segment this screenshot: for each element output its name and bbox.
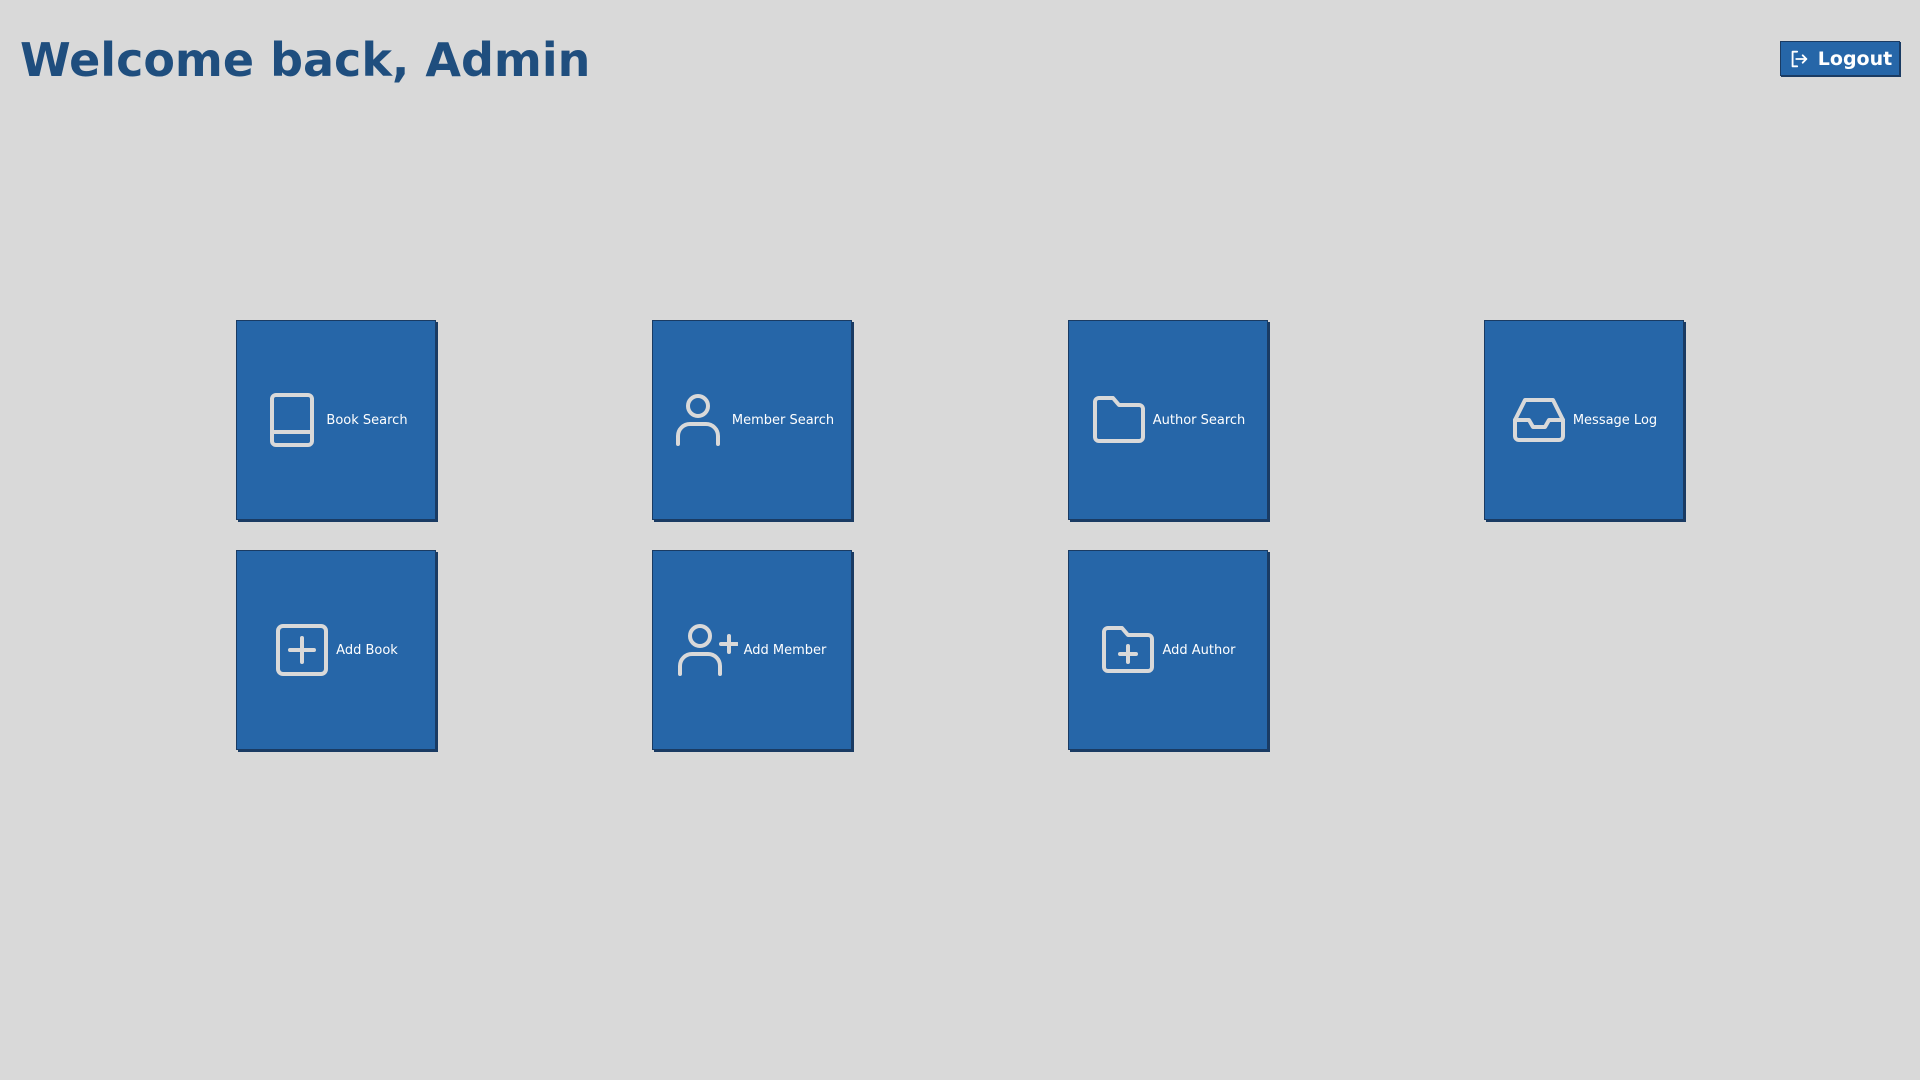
add-author-label: Add Author [1162, 642, 1236, 658]
message-log-label: Message Log [1572, 412, 1658, 428]
add-member-label: Add Member [743, 642, 827, 658]
add-member-tile[interactable]: Add Member [652, 550, 852, 750]
user-icon [670, 392, 726, 448]
folder-icon [1091, 392, 1147, 448]
add-book-label: Add Book [336, 642, 398, 658]
logout-button[interactable]: Logout [1780, 41, 1900, 76]
user-plus-icon [677, 622, 738, 678]
add-author-tile[interactable]: Add Author [1068, 550, 1268, 750]
message-log-tile[interactable]: Message Log [1484, 320, 1684, 520]
author-search-tile[interactable]: Author Search [1068, 320, 1268, 520]
inbox-icon [1511, 392, 1567, 448]
member-search-tile[interactable]: Member Search [652, 320, 852, 520]
add-book-tile[interactable]: Add Book [236, 550, 436, 750]
folder-plus-icon [1100, 622, 1156, 678]
member-search-label: Member Search [731, 412, 835, 428]
page-title: Welcome back, Admin [20, 33, 591, 87]
logout-label: Logout [1817, 47, 1893, 70]
book-search-tile[interactable]: Book Search [236, 320, 436, 520]
book-icon [264, 392, 320, 448]
dashboard: Welcome back, Admin Logout Book Search M… [0, 0, 1920, 1080]
logout-icon [1788, 48, 1810, 70]
plus-square-icon [274, 622, 330, 678]
author-search-label: Author Search [1152, 412, 1246, 428]
book-search-label: Book Search [326, 412, 408, 428]
